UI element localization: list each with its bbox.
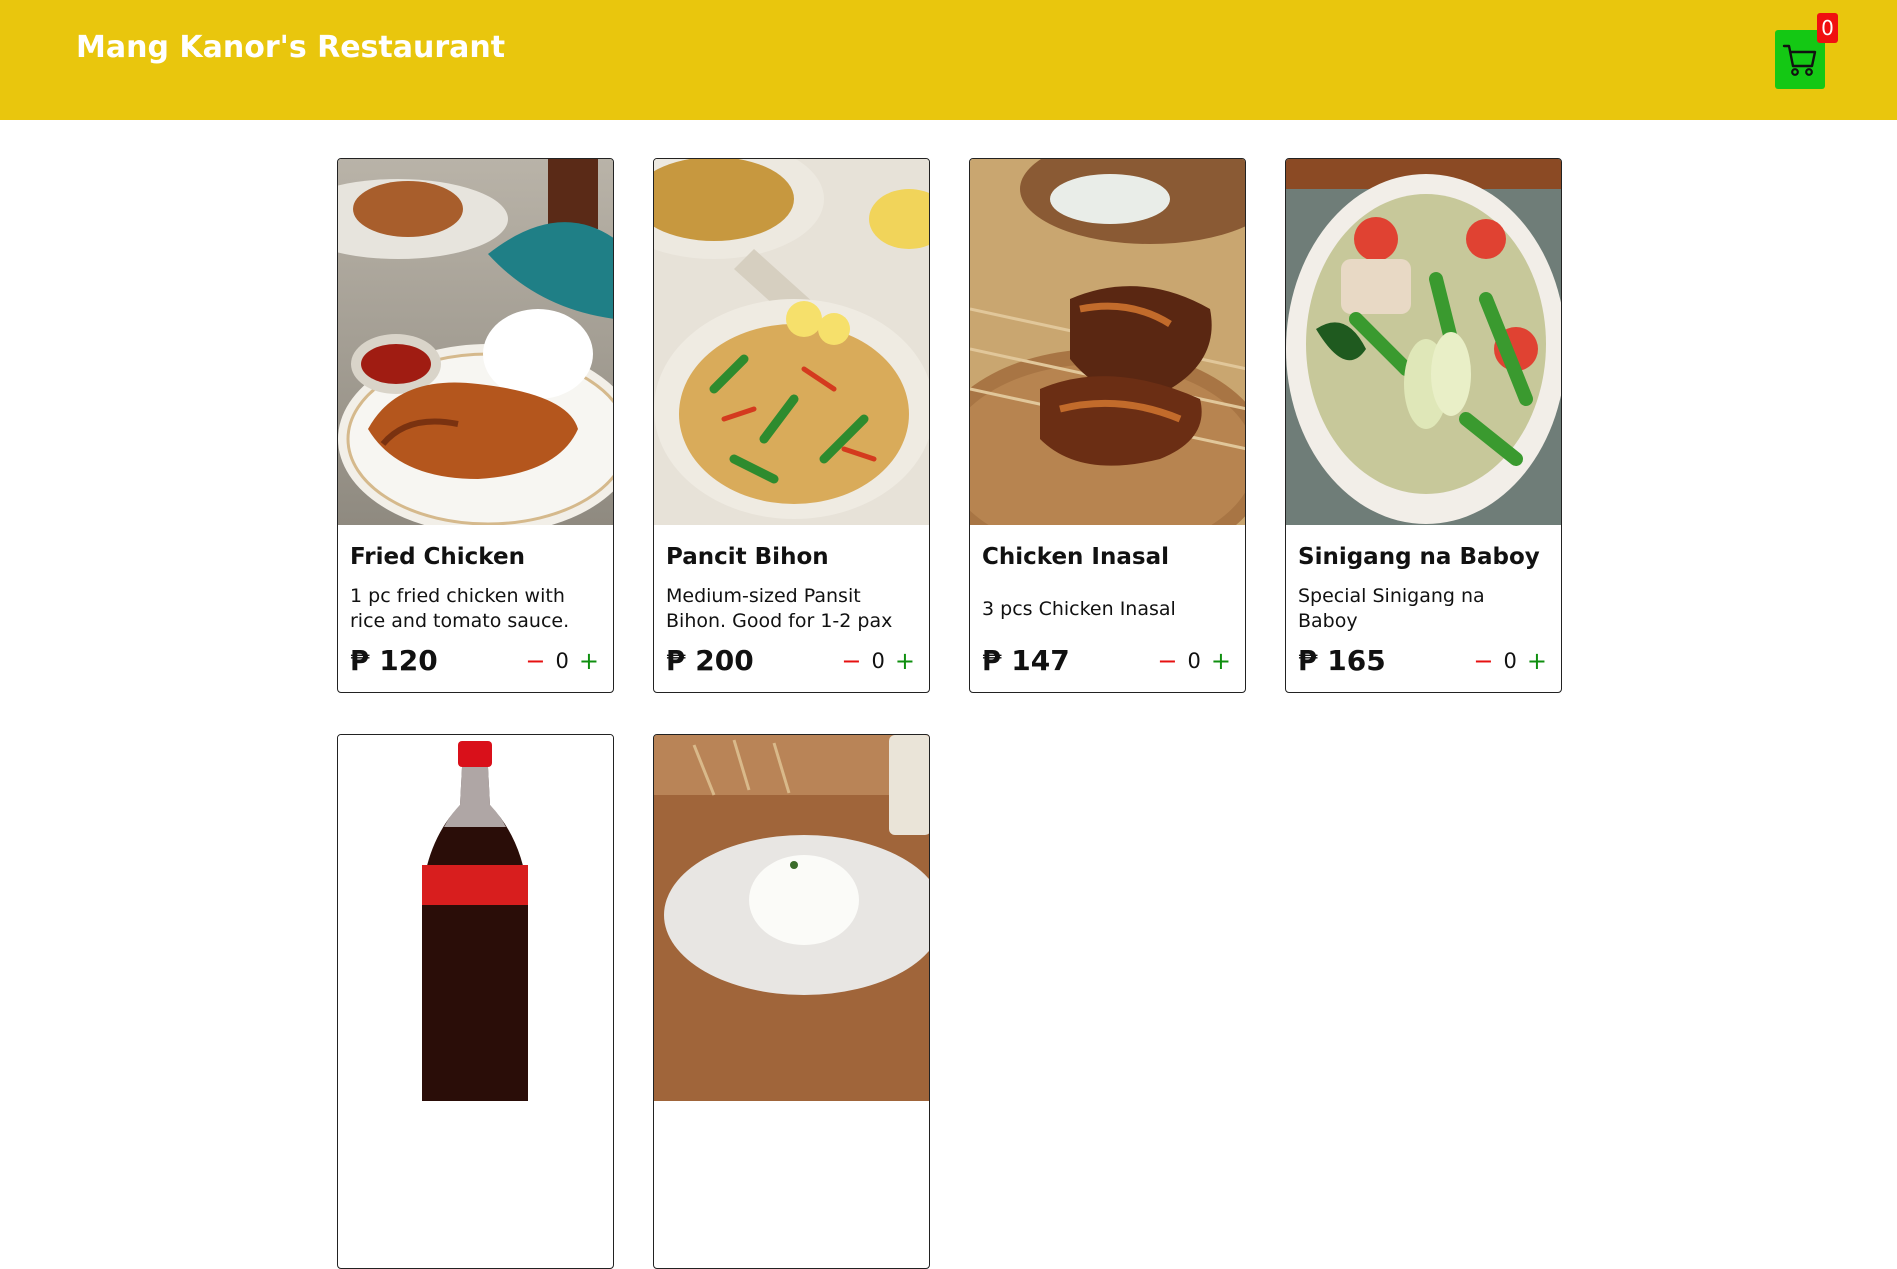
- rice-photo: [654, 735, 929, 1101]
- menu-card-rice: [653, 734, 930, 1269]
- quantity-stepper: − 0 +: [841, 649, 915, 673]
- item-quantity: 0: [1503, 649, 1517, 673]
- fried-chicken-photo: [338, 159, 613, 525]
- plus-icon[interactable]: +: [1527, 649, 1547, 673]
- cart-count-badge: 0: [1817, 13, 1838, 43]
- chicken-inasal-photo: [970, 159, 1245, 525]
- plus-icon[interactable]: +: [1211, 649, 1231, 673]
- item-description: Medium-sized Pansit Bihon. Good for 1-2 …: [666, 585, 893, 632]
- item-price: ₱ 200: [666, 644, 754, 677]
- item-description: 3 pcs Chicken Inasal: [982, 597, 1176, 620]
- sinigang-photo: [1286, 159, 1561, 525]
- minus-icon[interactable]: −: [841, 649, 861, 673]
- menu-card-chicken-inasal: Chicken Inasal 3 pcs Chicken Inasal ₱ 14…: [969, 158, 1246, 693]
- item-name: Pancit Bihon: [666, 544, 829, 570]
- pancit-bihon-photo: [654, 159, 929, 525]
- item-price: ₱ 147: [982, 644, 1070, 677]
- item-name: Sinigang na Baboy: [1298, 544, 1540, 570]
- item-description: 1 pc fried chicken with rice and tomato …: [350, 585, 570, 632]
- menu-card-fried-chicken: Fried Chicken 1 pc fried chicken with ri…: [337, 158, 614, 693]
- menu-card-pancit-bihon: Pancit Bihon Medium-sized Pansit Bihon. …: [653, 158, 930, 693]
- quantity-stepper: − 0 +: [1157, 649, 1231, 673]
- quantity-stepper: − 0 +: [525, 649, 599, 673]
- minus-icon[interactable]: −: [1473, 649, 1493, 673]
- plus-icon[interactable]: +: [895, 649, 915, 673]
- menu-card-soda: [337, 734, 614, 1269]
- restaurant-title: Mang Kanor's Restaurant: [76, 30, 506, 65]
- item-quantity: 0: [1187, 649, 1201, 673]
- header-bar: Mang Kanor's Restaurant 0: [0, 0, 1897, 120]
- item-name: Fried Chicken: [350, 544, 525, 570]
- item-quantity: 0: [871, 649, 885, 673]
- item-price: ₱ 120: [350, 644, 438, 677]
- shopping-cart-icon: [1782, 44, 1817, 76]
- plus-icon[interactable]: +: [579, 649, 599, 673]
- item-price: ₱ 165: [1298, 644, 1386, 677]
- item-name: Chicken Inasal: [982, 544, 1169, 570]
- minus-icon[interactable]: −: [1157, 649, 1177, 673]
- menu-card-sinigang-na-baboy: Sinigang na Baboy Special Sinigang na Ba…: [1285, 158, 1562, 693]
- item-description: Special Sinigang na Baboy: [1298, 585, 1485, 632]
- item-quantity: 0: [555, 649, 569, 673]
- quantity-stepper: − 0 +: [1473, 649, 1547, 673]
- soda-bottle-photo: [338, 735, 613, 1101]
- minus-icon[interactable]: −: [525, 649, 545, 673]
